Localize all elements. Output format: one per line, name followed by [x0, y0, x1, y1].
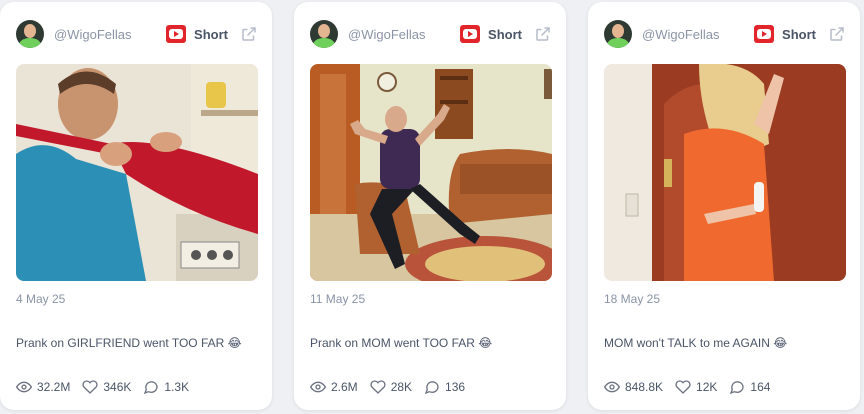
post-date: 18 May 25	[604, 292, 661, 306]
avatar[interactable]	[604, 20, 632, 48]
comments-stat: 1.3K	[143, 379, 189, 395]
likes-stat: 346K	[82, 379, 131, 395]
video-thumbnail[interactable]	[310, 64, 552, 281]
likes-count: 346K	[103, 380, 132, 394]
youtube-icon	[754, 25, 775, 43]
youtube-icon	[166, 25, 187, 43]
video-title[interactable]: Prank on MOM went TOO FAR 😂	[310, 336, 492, 350]
platform-label: Short	[194, 26, 228, 42]
comment-icon	[424, 381, 439, 395]
avatar[interactable]	[310, 20, 338, 48]
comments-stat: 136	[424, 379, 465, 395]
likes-count: 12K	[696, 380, 718, 394]
channel-handle[interactable]: @WigoFellas	[642, 27, 754, 42]
video-card[interactable]: @WigoFellas Short 11 May 25 Prank on MOM…	[294, 2, 566, 410]
card-header: @WigoFellas Short	[310, 16, 552, 52]
eye-icon	[310, 381, 326, 393]
views-count: 32.2M	[37, 380, 71, 394]
likes-stat: 12K	[675, 379, 717, 395]
video-title[interactable]: Prank on GIRLFRIEND went TOO FAR 😂	[16, 336, 242, 350]
eye-icon	[16, 381, 32, 393]
channel-handle[interactable]: @WigoFellas	[54, 27, 166, 42]
heart-icon	[675, 380, 691, 394]
views-count: 848.8K	[625, 380, 664, 394]
external-link-icon[interactable]	[828, 25, 846, 43]
views-stat: 848.8K	[604, 379, 663, 395]
comments-count: 164	[750, 380, 771, 394]
heart-icon	[82, 380, 98, 394]
comment-icon	[144, 381, 159, 395]
post-date: 4 May 25	[16, 292, 66, 306]
avatar[interactable]	[16, 20, 44, 48]
video-thumbnail[interactable]	[16, 64, 258, 281]
post-date: 11 May 25	[310, 292, 366, 306]
stats-row: 32.2M 346K 1.3K	[16, 379, 201, 395]
stats-row: 848.8K 12K 164	[604, 379, 782, 395]
external-link-icon[interactable]	[534, 25, 552, 43]
views-stat: 32.2M	[16, 379, 70, 395]
stats-row: 2.6M 28K 136	[310, 379, 477, 395]
video-card[interactable]: @WigoFellas Short 4 May 25 Prank on GIRL…	[0, 2, 272, 410]
card-header: @WigoFellas Short	[16, 16, 258, 52]
heart-icon	[370, 380, 386, 394]
comments-count: 136	[445, 380, 466, 394]
video-thumbnail[interactable]	[604, 64, 846, 281]
comment-icon	[730, 381, 745, 395]
views-stat: 2.6M	[310, 379, 358, 395]
comments-count: 1.3K	[164, 380, 190, 394]
platform-label: Short	[782, 26, 816, 42]
views-count: 2.6M	[331, 380, 358, 394]
eye-icon	[604, 381, 620, 393]
likes-stat: 28K	[370, 379, 412, 395]
platform-label: Short	[488, 26, 522, 42]
channel-handle[interactable]: @WigoFellas	[348, 27, 460, 42]
external-link-icon[interactable]	[240, 25, 258, 43]
card-header: @WigoFellas Short	[604, 16, 846, 52]
youtube-icon	[460, 25, 481, 43]
video-title[interactable]: MOM won't TALK to me AGAIN 😂	[604, 336, 787, 350]
comments-stat: 164	[729, 379, 770, 395]
likes-count: 28K	[390, 380, 413, 394]
video-card[interactable]: @WigoFellas Short 18 May 25 MOM won't TA…	[588, 2, 860, 410]
